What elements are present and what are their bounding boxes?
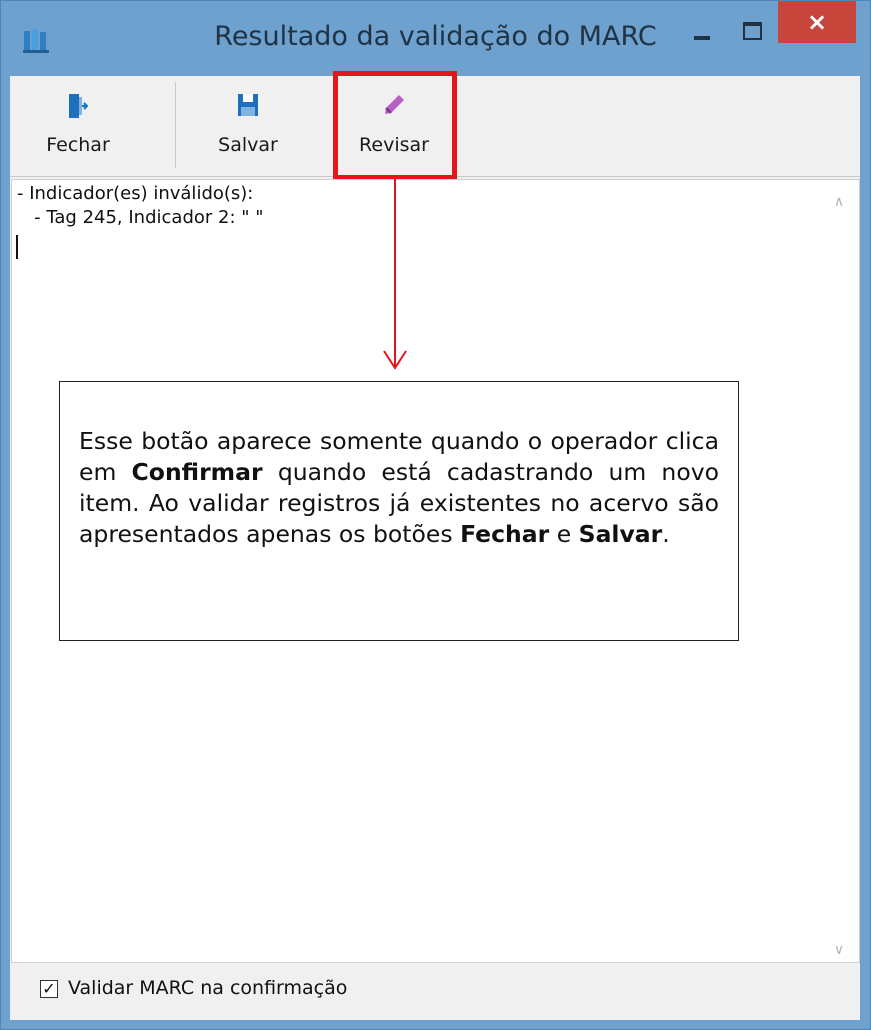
callout-text-part-3: e: [549, 520, 579, 548]
annotation-callout: Esse botão aparece somente quando o oper…: [59, 381, 739, 641]
callout-bold-confirmar: Confirmar: [131, 458, 263, 486]
callout-bold-salvar: Salvar: [578, 520, 663, 548]
callout-text: Esse botão aparece somente quando o oper…: [79, 426, 719, 550]
callout-bold-fechar: Fechar: [460, 520, 550, 548]
callout-text-part-4: .: [662, 520, 670, 548]
